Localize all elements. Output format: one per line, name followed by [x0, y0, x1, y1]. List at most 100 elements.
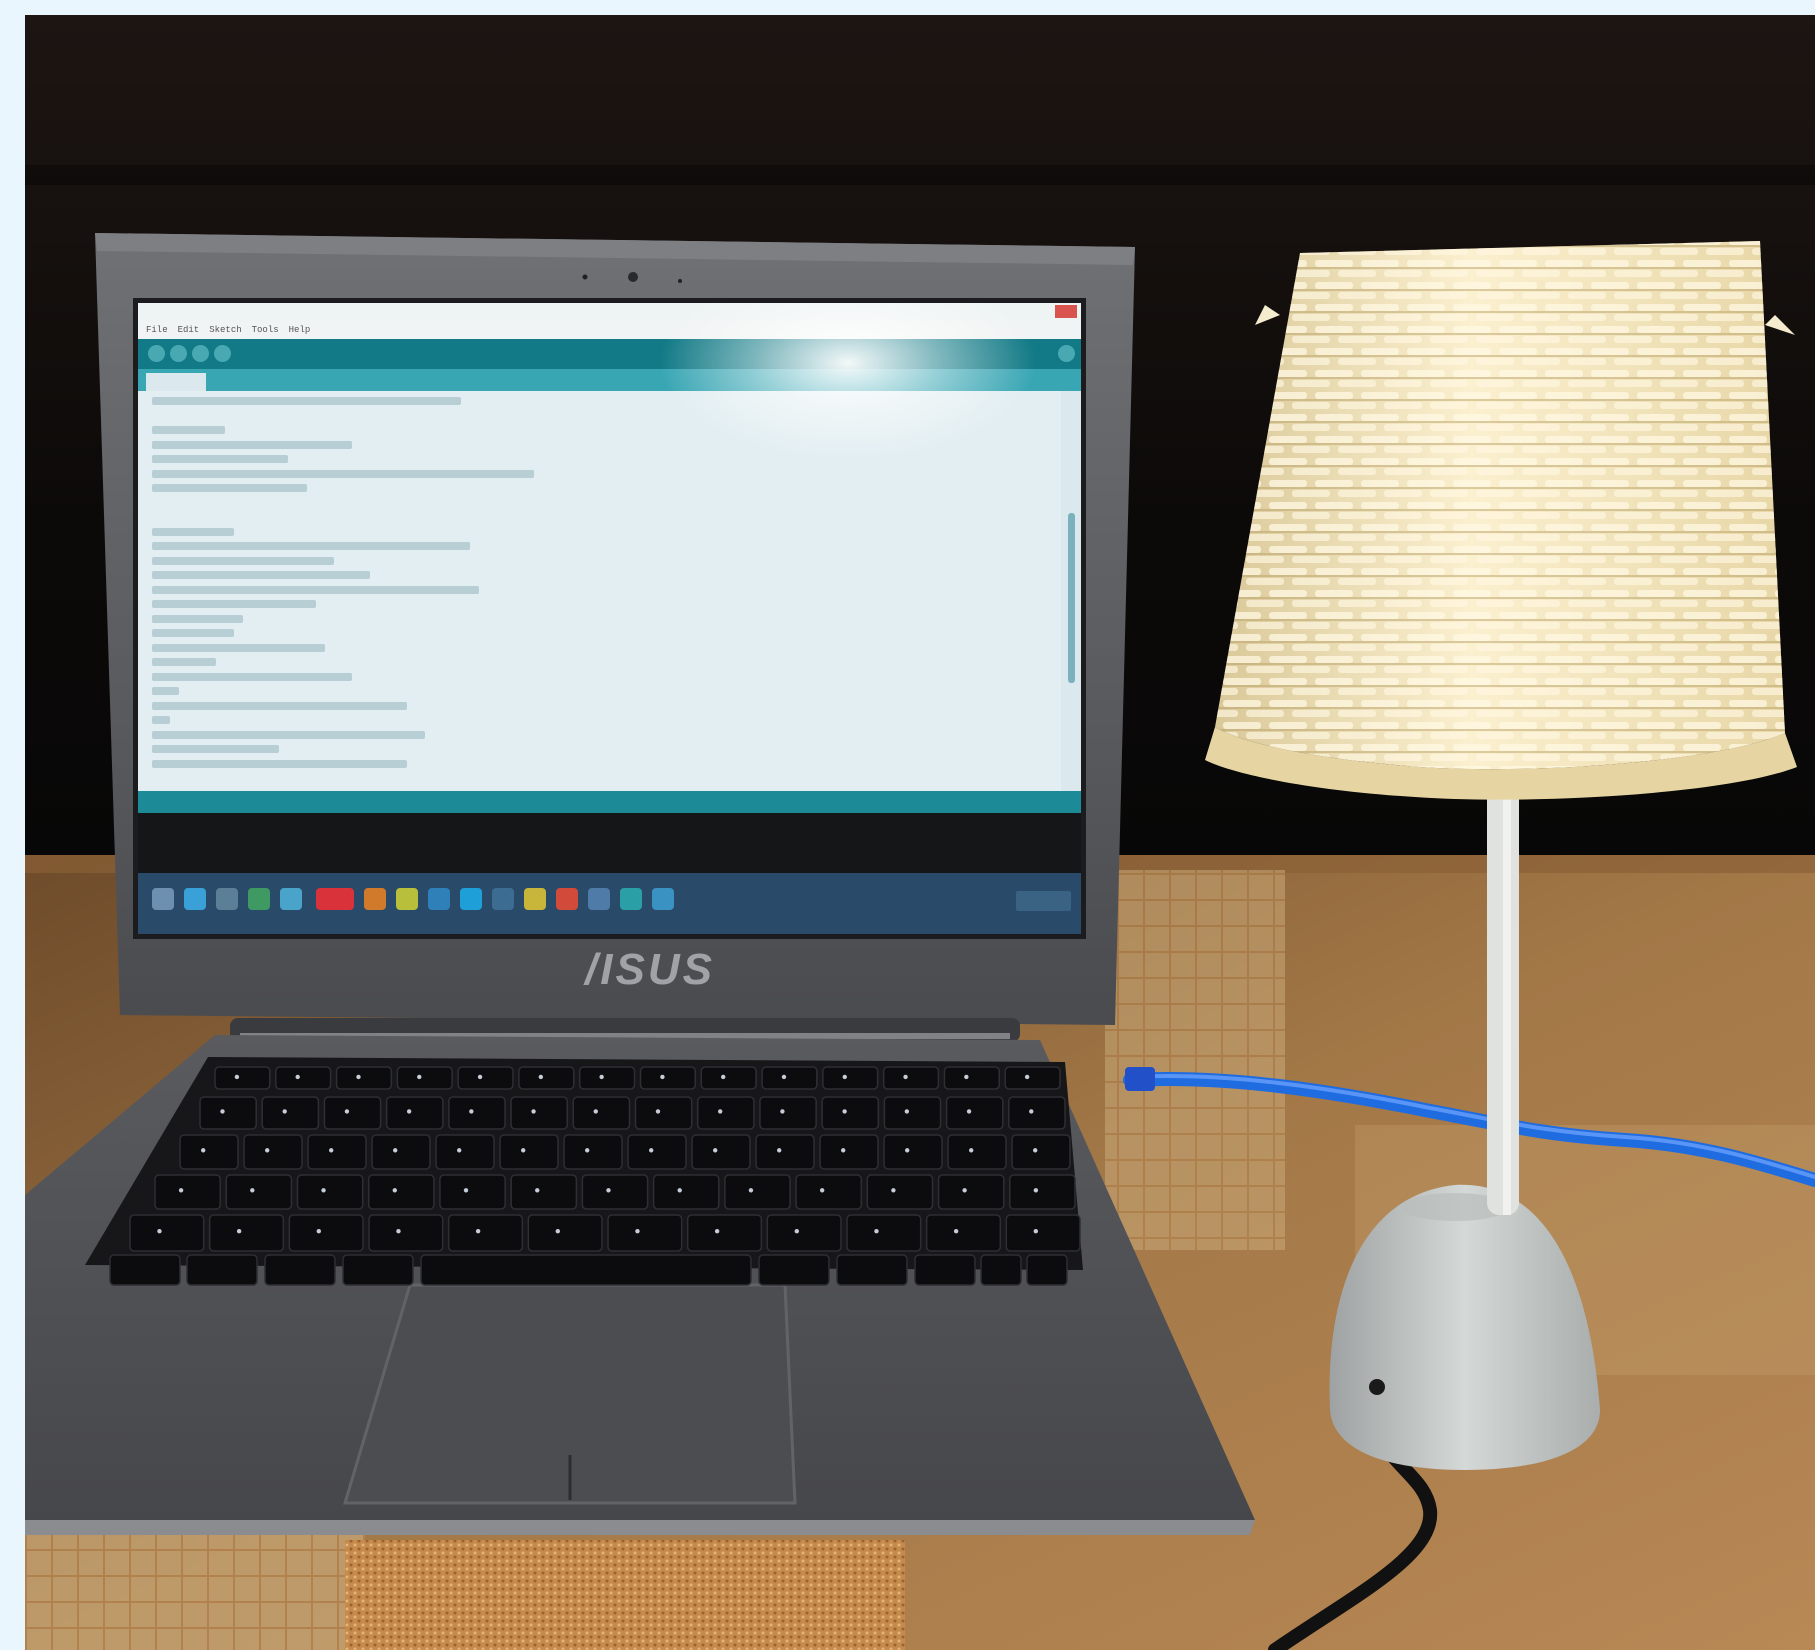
- keyboard-key: [499, 1134, 559, 1170]
- keyboard-key: [1026, 1254, 1068, 1286]
- keyboard-key: [578, 1066, 636, 1090]
- keyboard-key: [980, 1254, 1022, 1286]
- key-backlight: [521, 1148, 526, 1153]
- key-backlight: [905, 1148, 910, 1153]
- keyboard-key: [296, 1174, 364, 1210]
- keyboard-key: [759, 1096, 817, 1130]
- key-backlight: [953, 1229, 959, 1234]
- keyboard-key: [821, 1096, 880, 1130]
- key-backlight: [677, 1188, 682, 1193]
- key-backlight: [969, 1148, 974, 1153]
- key-backlight: [457, 1148, 462, 1153]
- key-backlight: [781, 1074, 787, 1080]
- space-bar: [420, 1254, 752, 1286]
- key-backlight: [250, 1188, 255, 1193]
- keyboard-key: [186, 1254, 258, 1286]
- key-backlight: [655, 1109, 661, 1114]
- keyboard-key: [819, 1134, 879, 1170]
- keyboard-key: [943, 1066, 1000, 1090]
- key-backlight: [295, 1074, 300, 1080]
- key-backlight: [236, 1229, 242, 1234]
- key-backlight: [329, 1148, 334, 1153]
- key-backlight: [282, 1109, 287, 1114]
- keyboard-key: [342, 1254, 414, 1286]
- keyboard-key: [686, 1214, 763, 1252]
- keyboard-key: [264, 1254, 336, 1286]
- keyboard-key: [883, 1134, 943, 1170]
- key-backlight: [316, 1229, 321, 1234]
- key-backlight: [220, 1109, 225, 1114]
- keyboard-key: [795, 1174, 863, 1210]
- keyboard-key: [109, 1254, 181, 1286]
- keyboard-key: [724, 1174, 791, 1210]
- key-backlight: [777, 1148, 782, 1153]
- key-backlight: [392, 1188, 397, 1193]
- key-backlight: [964, 1074, 969, 1080]
- keyboard-key: [914, 1254, 976, 1286]
- key-backlight: [1033, 1188, 1039, 1193]
- key-backlight: [649, 1148, 654, 1153]
- key-backlight: [904, 1109, 910, 1114]
- key-backlight: [593, 1109, 598, 1114]
- keyboard-key: [945, 1096, 1004, 1130]
- keyboard-key: [214, 1066, 271, 1090]
- key-backlight: [406, 1109, 412, 1114]
- key-backlight: [396, 1229, 401, 1234]
- keyboard-key: [761, 1066, 818, 1090]
- key-backlight: [714, 1229, 720, 1234]
- key-backlight: [794, 1229, 799, 1234]
- key-backlight: [393, 1148, 398, 1153]
- key-backlight: [891, 1188, 896, 1193]
- photo: File Edit Sketch Tools Help /ISUS: [25, 15, 1815, 1650]
- keyboard-key: [947, 1134, 1007, 1170]
- keyboard-key: [518, 1066, 575, 1090]
- keyboard-key: [634, 1096, 693, 1130]
- keyboard-key: [335, 1066, 393, 1090]
- keyboard-key: [179, 1134, 239, 1170]
- keyboard-key: [288, 1214, 364, 1252]
- keyboard-key: [866, 1174, 934, 1210]
- keyboard-key: [766, 1214, 842, 1252]
- key-backlight: [842, 1074, 847, 1080]
- key-backlight: [874, 1229, 879, 1234]
- key-backlight: [1033, 1148, 1038, 1153]
- key-backlight: [606, 1188, 611, 1193]
- keyboard-key: [1005, 1214, 1081, 1252]
- key-backlight: [1033, 1229, 1038, 1234]
- key-backlight: [1024, 1074, 1030, 1080]
- key-backlight: [718, 1109, 723, 1114]
- keyboard-key: [627, 1134, 687, 1170]
- key-backlight: [660, 1074, 665, 1080]
- key-backlight: [531, 1109, 536, 1114]
- key-backlight: [966, 1109, 972, 1114]
- keyboard-key: [925, 1214, 1002, 1252]
- key-backlight: [356, 1074, 361, 1080]
- key-backlight: [841, 1148, 846, 1153]
- key-backlight: [475, 1229, 481, 1234]
- key-backlight: [201, 1148, 206, 1153]
- keyboard-key: [652, 1174, 720, 1210]
- key-backlight: [635, 1229, 640, 1234]
- keyboard-key: [882, 1066, 940, 1090]
- keyboard-key: [822, 1066, 879, 1090]
- keyboard-key: [275, 1066, 332, 1090]
- keyboard-key: [937, 1174, 1005, 1210]
- keyboard-key: [448, 1096, 506, 1130]
- key-backlight: [721, 1074, 726, 1080]
- keyboard-key: [1011, 1134, 1071, 1170]
- keyboard-key: [607, 1214, 683, 1252]
- key-backlight: [417, 1074, 422, 1080]
- key-backlight: [234, 1074, 240, 1080]
- key-backlight: [463, 1188, 469, 1193]
- keyboard-key: [385, 1096, 444, 1130]
- keyboard-key: [1008, 1096, 1066, 1130]
- keyboard-key: [439, 1174, 506, 1210]
- keyboard-key: [527, 1214, 603, 1252]
- key-backlight: [555, 1229, 560, 1234]
- keyboard-key: [581, 1174, 649, 1210]
- keyboard-key: [758, 1254, 830, 1286]
- keyboard-key: [447, 1214, 524, 1252]
- key-backlight: [780, 1109, 785, 1114]
- keyboard-key: [510, 1174, 578, 1210]
- key-backlight: [819, 1188, 825, 1193]
